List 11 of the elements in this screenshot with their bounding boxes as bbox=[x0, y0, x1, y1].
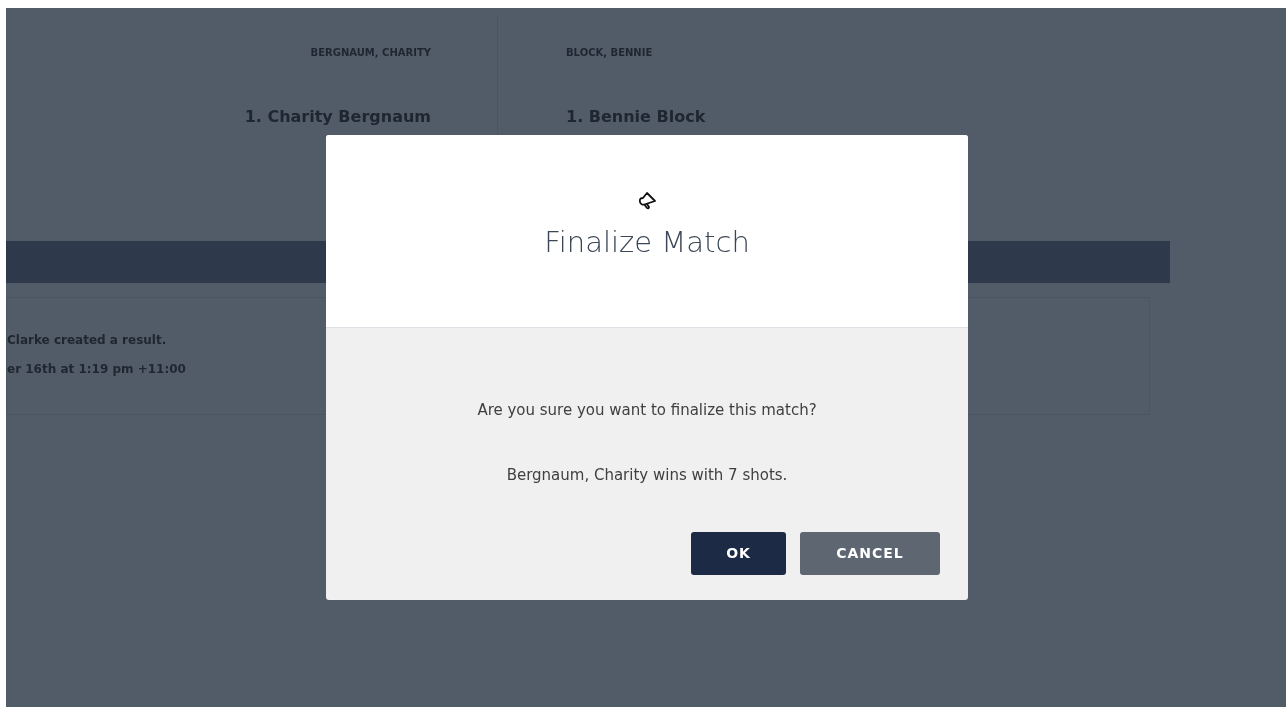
team-header: BERGNAUM, CHARITY bbox=[310, 46, 431, 60]
modal-title: Finalize Match bbox=[544, 224, 750, 261]
activity-message: Clarke created a result. bbox=[7, 332, 167, 348]
ok-button[interactable]: OK bbox=[691, 532, 786, 575]
player-name: 1. Charity Bergnaum bbox=[244, 106, 431, 128]
team-header: BLOCK, BENNIE bbox=[566, 46, 653, 60]
confirmation-question: Are you sure you want to finalize this match? bbox=[476, 400, 818, 421]
cancel-button[interactable]: CANCEL bbox=[800, 532, 940, 575]
match-summary: Bergnaum, Charity wins with 7 shots. bbox=[505, 465, 789, 486]
activity-time: er 16th at 1:19 pm +11:00 bbox=[7, 361, 186, 377]
player-name: 1. Bennie Block bbox=[566, 106, 706, 128]
